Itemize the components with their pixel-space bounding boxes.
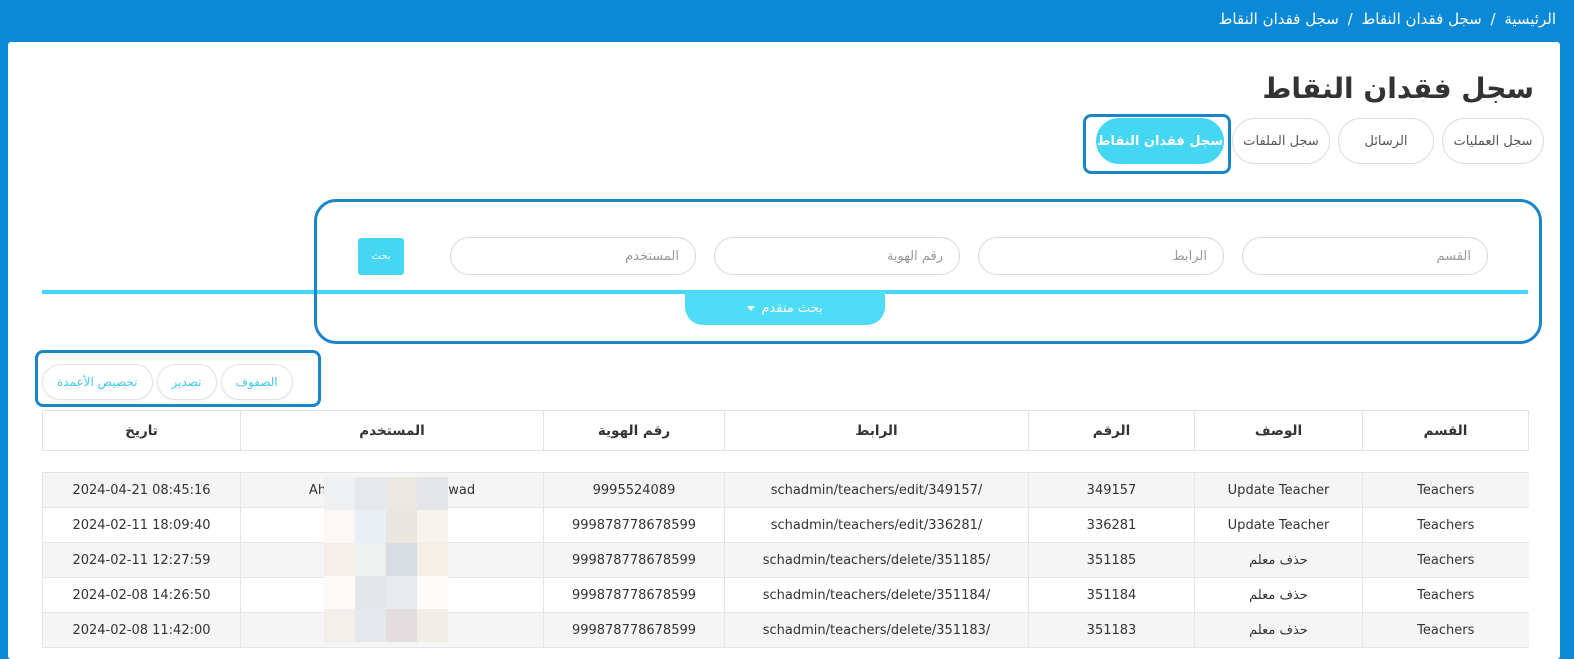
table-header-row: القسم الوصف الرقم الرابط رقم الهوية المس…	[42, 410, 1529, 451]
page-title: سجل فقدان النقاط	[1262, 72, 1534, 105]
cell-link: schadmin/teachers/delete/351185/	[724, 542, 1029, 578]
rows-button[interactable]: الصفوف	[220, 364, 293, 400]
cell-link: schadmin/teachers/delete/351183/	[724, 612, 1029, 648]
export-button[interactable]: تصدير	[156, 364, 217, 400]
log-tabs: سجل العمليات الرسائل سجل الملفات سجل فقد…	[1092, 118, 1544, 164]
cell-description: حذف معلم	[1194, 542, 1363, 578]
cell-number: 349157	[1028, 472, 1195, 508]
filter-cell	[42, 450, 1529, 473]
cell-description: Update Teacher	[1194, 472, 1363, 508]
cell-number: 336281	[1028, 507, 1195, 543]
table-row[interactable]: Teachers حذف معلم 351183 schadmin/teache…	[42, 612, 1529, 648]
cell-user	[240, 542, 544, 578]
cell-date: 2024-02-08 14:26:50	[42, 577, 241, 613]
cell-section: Teachers	[1362, 507, 1529, 543]
cell-link: schadmin/teachers/delete/351184/	[724, 577, 1029, 613]
cell-number: 351185	[1028, 542, 1195, 578]
cell-link: schadmin/teachers/edit/349157/	[724, 472, 1029, 508]
search-button[interactable]: بحث	[358, 238, 404, 275]
link-search-input[interactable]	[978, 237, 1224, 275]
cell-user	[240, 577, 544, 613]
top-bar: الرئيسية / سجل فقدان النقاط / سجل فقدان …	[0, 0, 1574, 42]
table-toolbar: الصفوف تصدير تخصيص الأعمدة	[42, 364, 293, 400]
cell-description: حذف معلم	[1194, 577, 1363, 613]
user-search-input[interactable]	[450, 237, 696, 275]
cell-number: 351184	[1028, 577, 1195, 613]
tab-messages[interactable]: الرسائل	[1338, 118, 1434, 164]
cell-link: schadmin/teachers/edit/336281/	[724, 507, 1029, 543]
advanced-search-toggle[interactable]: بحث متقدم	[685, 291, 885, 325]
cell-id-number: 999878778678599	[543, 507, 725, 543]
cell-user: Ahm gawwad	[240, 472, 544, 508]
tab-operations-log[interactable]: سجل العمليات	[1442, 118, 1544, 164]
cell-id-number: 999878778678599	[543, 612, 725, 648]
content-panel: سجل فقدان النقاط سجل العمليات الرسائل سج…	[8, 42, 1560, 659]
cell-user	[240, 507, 544, 543]
breadcrumb: الرئيسية / سجل فقدان النقاط / سجل فقدان …	[1219, 10, 1556, 28]
column-header-date[interactable]: تاريخ	[42, 410, 241, 451]
breadcrumb-separator: /	[1347, 10, 1353, 28]
cell-user	[240, 612, 544, 648]
advanced-search-label: بحث متقدم	[761, 300, 823, 316]
cell-date: 2024-04-21 08:45:16	[42, 472, 241, 508]
breadcrumb-section[interactable]: سجل فقدان النقاط	[1361, 10, 1481, 28]
table-row[interactable]: Teachers Update Teacher 349157 schadmin/…	[42, 472, 1529, 508]
points-loss-table: القسم الوصف الرقم الرابط رقم الهوية المس…	[42, 410, 1529, 648]
breadcrumb-separator: /	[1490, 10, 1496, 28]
breadcrumb-home[interactable]: الرئيسية	[1504, 10, 1556, 28]
cell-section: Teachers	[1362, 472, 1529, 508]
column-header-link[interactable]: الرابط	[724, 410, 1029, 451]
filter-row	[42, 450, 1529, 473]
column-header-id-number[interactable]: رقم الهوية	[543, 410, 725, 451]
tab-files-log[interactable]: سجل الملفات	[1232, 118, 1330, 164]
column-header-section[interactable]: القسم	[1362, 410, 1529, 451]
cell-section: Teachers	[1362, 612, 1529, 648]
id-number-search-input[interactable]	[714, 237, 960, 275]
cell-section: Teachers	[1362, 542, 1529, 578]
column-header-user[interactable]: المستخدم	[240, 410, 544, 451]
tab-points-loss-log[interactable]: سجل فقدان النقاط	[1096, 118, 1224, 164]
table-row[interactable]: Teachers حذف معلم 351184 schadmin/teache…	[42, 577, 1529, 613]
cell-date: 2024-02-11 18:09:40	[42, 507, 241, 543]
search-form: بحث	[8, 237, 1560, 277]
cell-description: Update Teacher	[1194, 507, 1363, 543]
column-header-number[interactable]: الرقم	[1028, 410, 1195, 451]
cell-number: 351183	[1028, 612, 1195, 648]
column-header-description[interactable]: الوصف	[1194, 410, 1363, 451]
caret-down-icon	[747, 305, 756, 311]
customize-columns-button[interactable]: تخصيص الأعمدة	[42, 364, 153, 400]
cell-description: حذف معلم	[1194, 612, 1363, 648]
cell-date: 2024-02-08 11:42:00	[42, 612, 241, 648]
cell-id-number: 999878778678599	[543, 577, 725, 613]
breadcrumb-current: سجل فقدان النقاط	[1218, 10, 1339, 28]
cell-id-number: 999878778678599	[543, 542, 725, 578]
cell-id-number: 9995524089	[543, 472, 725, 508]
table-row[interactable]: Teachers حذف معلم 351185 schadmin/teache…	[42, 542, 1529, 578]
cell-date: 2024-02-11 12:27:59	[42, 542, 241, 578]
section-search-input[interactable]	[1242, 237, 1488, 275]
table-row[interactable]: Teachers Update Teacher 336281 schadmin/…	[42, 507, 1529, 543]
cell-section: Teachers	[1362, 577, 1529, 613]
